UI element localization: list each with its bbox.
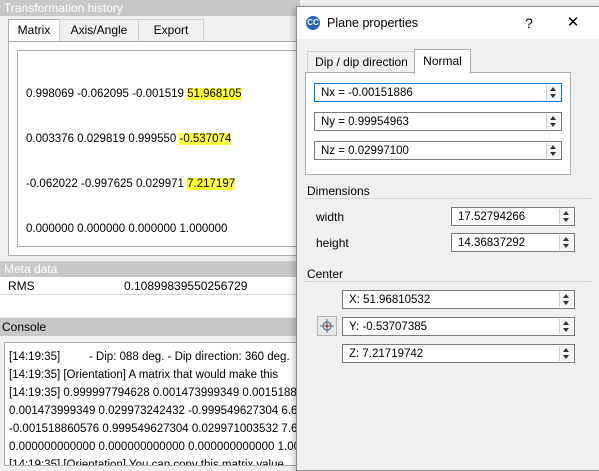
spin-up-icon[interactable] [563,321,569,325]
matrix-translation-y: -0.537074 [179,133,232,145]
meta-key: RMS [8,279,35,293]
center-z-spinbox[interactable]: Z: 7.21719742 [342,344,575,363]
matrix-row: 0.998069 -0.062095 -0.001519 51.968105 [26,87,242,102]
width-spinbox[interactable]: 17.52794266 [451,207,575,226]
console-output[interactable]: [14:19:35] - Dip: 088 deg. - Dip directi… [4,342,297,466]
spin-down-icon[interactable] [563,355,569,359]
center-title: Center [307,267,344,281]
normal-tab-pane: Nx = -0.00151886 Ny = 0.99954963 Nz = 0.… [305,72,571,175]
spin-down-icon[interactable] [563,328,569,332]
matrix-translation-z: 7.217197 [187,178,236,190]
console-lines: [14:19:35] - Dip: 088 deg. - Dip directi… [9,348,297,466]
spin-up-icon[interactable] [563,237,569,241]
tab-matrix[interactable]: Matrix [8,19,60,42]
ny-spinbox[interactable]: Ny = 0.99954963 [314,112,562,131]
center-x-value: X: 51.96810532 [349,294,431,306]
spin-up-icon[interactable] [563,211,569,215]
height-label: height [316,236,349,250]
dialog-titlebar[interactable]: CC Plane properties ? ✕ [297,7,599,39]
nz-value: Nz = 0.02997100 [321,145,409,157]
height-spin-arrows[interactable] [559,235,573,250]
spin-up-icon[interactable] [550,116,556,120]
plane-properties-dialog: CC Plane properties ? ✕ Dip / dip direct… [296,6,599,471]
dimensions-title: Dimensions [307,184,370,198]
console-line: [14:19:35] [Orientation] A matrix that w… [9,369,279,381]
nz-spin-arrows[interactable] [546,143,560,158]
matrix-row: 0.000000 0.000000 0.000000 1.000000 [26,222,242,237]
matrix-row-values: 0.003376 0.029819 0.999550 [26,133,180,145]
spin-down-icon[interactable] [563,244,569,248]
center-z-spin-arrows[interactable] [559,346,573,361]
spin-up-icon[interactable] [550,145,556,149]
center-y-spinbox[interactable]: Y: -0.53707385 [342,317,575,336]
height-spinbox[interactable]: 14.36837292 [451,233,575,252]
spin-down-icon[interactable] [563,301,569,305]
width-value: 17.52794266 [458,211,526,223]
meta-data-body [0,295,296,317]
spin-up-icon[interactable] [563,294,569,298]
matrix-tab-pane: 0.998069 -0.062095 -0.001519 51.968105 0… [8,41,298,256]
console-line: [14:19:35] - Dip: 088 deg. - Dip directi… [9,351,290,363]
matrix-row: 0.003376 0.029819 0.999550 -0.537074 [26,132,242,147]
tab-export[interactable]: Export [138,19,204,41]
spin-down-icon[interactable] [550,94,556,98]
center-x-spinbox[interactable]: X: 51.96810532 [342,290,575,309]
center-x-spin-arrows[interactable] [559,292,573,307]
spin-down-icon[interactable] [550,123,556,127]
height-value: 14.36837292 [458,237,526,249]
meta-data-title: Meta data [0,261,300,277]
help-button[interactable]: ? [519,13,539,33]
console-line: 0.001473999349 0.029973242432 -0.9995496… [9,405,297,417]
transformation-history-title: Transformation history [0,0,300,16]
matrix-translation-x: 51.968105 [187,88,242,100]
meta-row-rms: RMS 0.10899839550256729 [0,277,296,295]
matrix-row-values: 0.998069 -0.062095 -0.001519 [26,88,188,100]
matrix-row-values: -0.062022 -0.997625 0.029971 [26,178,188,190]
tab-axis-angle[interactable]: Axis/Angle [59,19,139,41]
meta-value: 0.10899839550256729 [124,279,248,293]
dialog-title: Plane properties [327,16,419,30]
tab-normal[interactable]: Normal [414,49,471,74]
divider [305,198,591,199]
center-z-value: Z: 7.21719742 [349,348,424,360]
width-label: width [316,210,345,224]
center-y-value: Y: -0.53707385 [349,321,428,333]
spin-down-icon[interactable] [563,218,569,222]
width-spin-arrows[interactable] [559,209,573,224]
spin-up-icon[interactable] [550,87,556,91]
matrix-text-area[interactable]: 0.998069 -0.062095 -0.001519 51.968105 0… [17,50,296,247]
nx-spinbox[interactable]: Nx = -0.00151886 [314,83,562,102]
console-title: Console [0,318,296,336]
matrix-rows: 0.998069 -0.062095 -0.001519 51.968105 0… [26,57,242,267]
console-line: [14:19:35] 0.999997794628 0.001473999349… [9,387,297,399]
nz-spinbox[interactable]: Nz = 0.02997100 [314,141,562,160]
divider [305,281,591,282]
point-picking-icon[interactable] [317,316,337,336]
spin-down-icon[interactable] [550,152,556,156]
tab-dip-direction[interactable]: Dip / dip direction [307,51,416,73]
close-button[interactable]: ✕ [561,13,585,33]
ny-value: Ny = 0.99954963 [321,116,409,128]
matrix-row-values: 0.000000 0.000000 0.000000 1.000000 [26,223,228,235]
cloudcompare-logo-icon: CC [306,16,320,30]
center-y-spin-arrows[interactable] [559,319,573,334]
nx-spin-arrows[interactable] [546,85,560,100]
ny-spin-arrows[interactable] [546,114,560,129]
console-line: -0.001518860576 0.999549627304 0.0299710… [9,423,297,435]
nx-value: Nx = -0.00151886 [321,87,413,99]
matrix-row: -0.062022 -0.997625 0.029971 7.217197 [26,177,242,192]
console-line: 0.000000000000 0.000000000000 0.00000000… [9,441,297,453]
spin-up-icon[interactable] [563,348,569,352]
console-line: [14:19:35] [Orientation] You can copy th… [9,459,284,466]
